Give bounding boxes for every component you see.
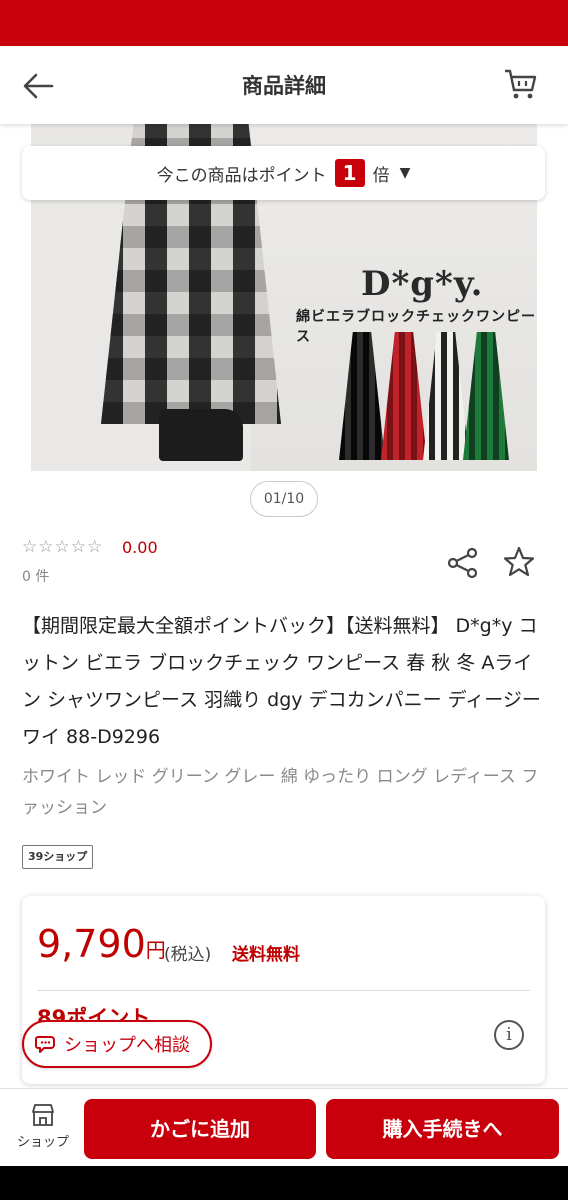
status-bar [0, 0, 568, 46]
bottom-action-bar: ショップ かごに追加 購入手続きへ [0, 1088, 568, 1166]
share-icon [447, 547, 478, 579]
rating-value: 0.00 [122, 538, 158, 557]
points-multiplier-badge: 1 [334, 159, 365, 187]
divider [37, 990, 530, 991]
shop-consult-label: ショップへ相談 [64, 1035, 190, 1056]
chat-bubble-icon [35, 1036, 55, 1053]
points-multiplier-banner[interactable]: 今この商品はポイント 1 倍 ▼ [22, 146, 545, 200]
tax-label: (税込) [164, 945, 212, 965]
shop-badge: 39ショップ [22, 845, 94, 869]
price: 9,790円 [37, 922, 166, 966]
shop-nav-label: ショップ [16, 1135, 69, 1150]
free-shipping-label: 送料無料 [232, 945, 300, 965]
price-amount: 9,790 [37, 922, 146, 966]
shop-icon [32, 1104, 54, 1126]
brand-logo: D*g*y. [361, 264, 484, 304]
image-pager: 01/10 [250, 481, 318, 517]
page-title: 商品詳細 [242, 74, 326, 98]
info-icon[interactable]: i [494, 1020, 524, 1050]
share-button[interactable] [446, 546, 480, 580]
price-currency: 円 [145, 938, 166, 962]
shop-consult-button[interactable]: ショップへ相談 [22, 1020, 212, 1068]
system-nav-bar [0, 1166, 568, 1200]
rating-stars[interactable]: ☆☆☆☆☆ [22, 537, 103, 557]
product-tags: ホワイト レッド グリーン グレー 綿 ゆったり ロング レディース ファッショ… [22, 767, 539, 818]
purchase-button[interactable]: 購入手続きへ [326, 1099, 559, 1159]
cart-icon [505, 69, 537, 99]
product-title: 【期間限定最大全額ポイントバック】【送料無料】 D*g*y コットン ビエラ ブ… [22, 615, 541, 748]
shop-nav-button[interactable]: ショップ [8, 1103, 78, 1150]
image-subtitle: 綿ビエラブロックチェックワンピース [296, 309, 536, 345]
caret-down-icon: ▼ [399, 165, 411, 181]
points-banner-prefix: 今この商品はポイント [156, 165, 327, 186]
star-outline-icon [503, 546, 535, 577]
favorite-button[interactable] [502, 545, 536, 579]
add-to-cart-button[interactable]: かごに追加 [84, 1099, 316, 1159]
review-count[interactable]: 0 件 [22, 566, 49, 586]
app-header: 商品詳細 [0, 46, 568, 124]
points-banner-suffix: 倍 [372, 165, 390, 186]
cart-button[interactable] [502, 66, 538, 102]
boot-illustration [159, 409, 243, 461]
